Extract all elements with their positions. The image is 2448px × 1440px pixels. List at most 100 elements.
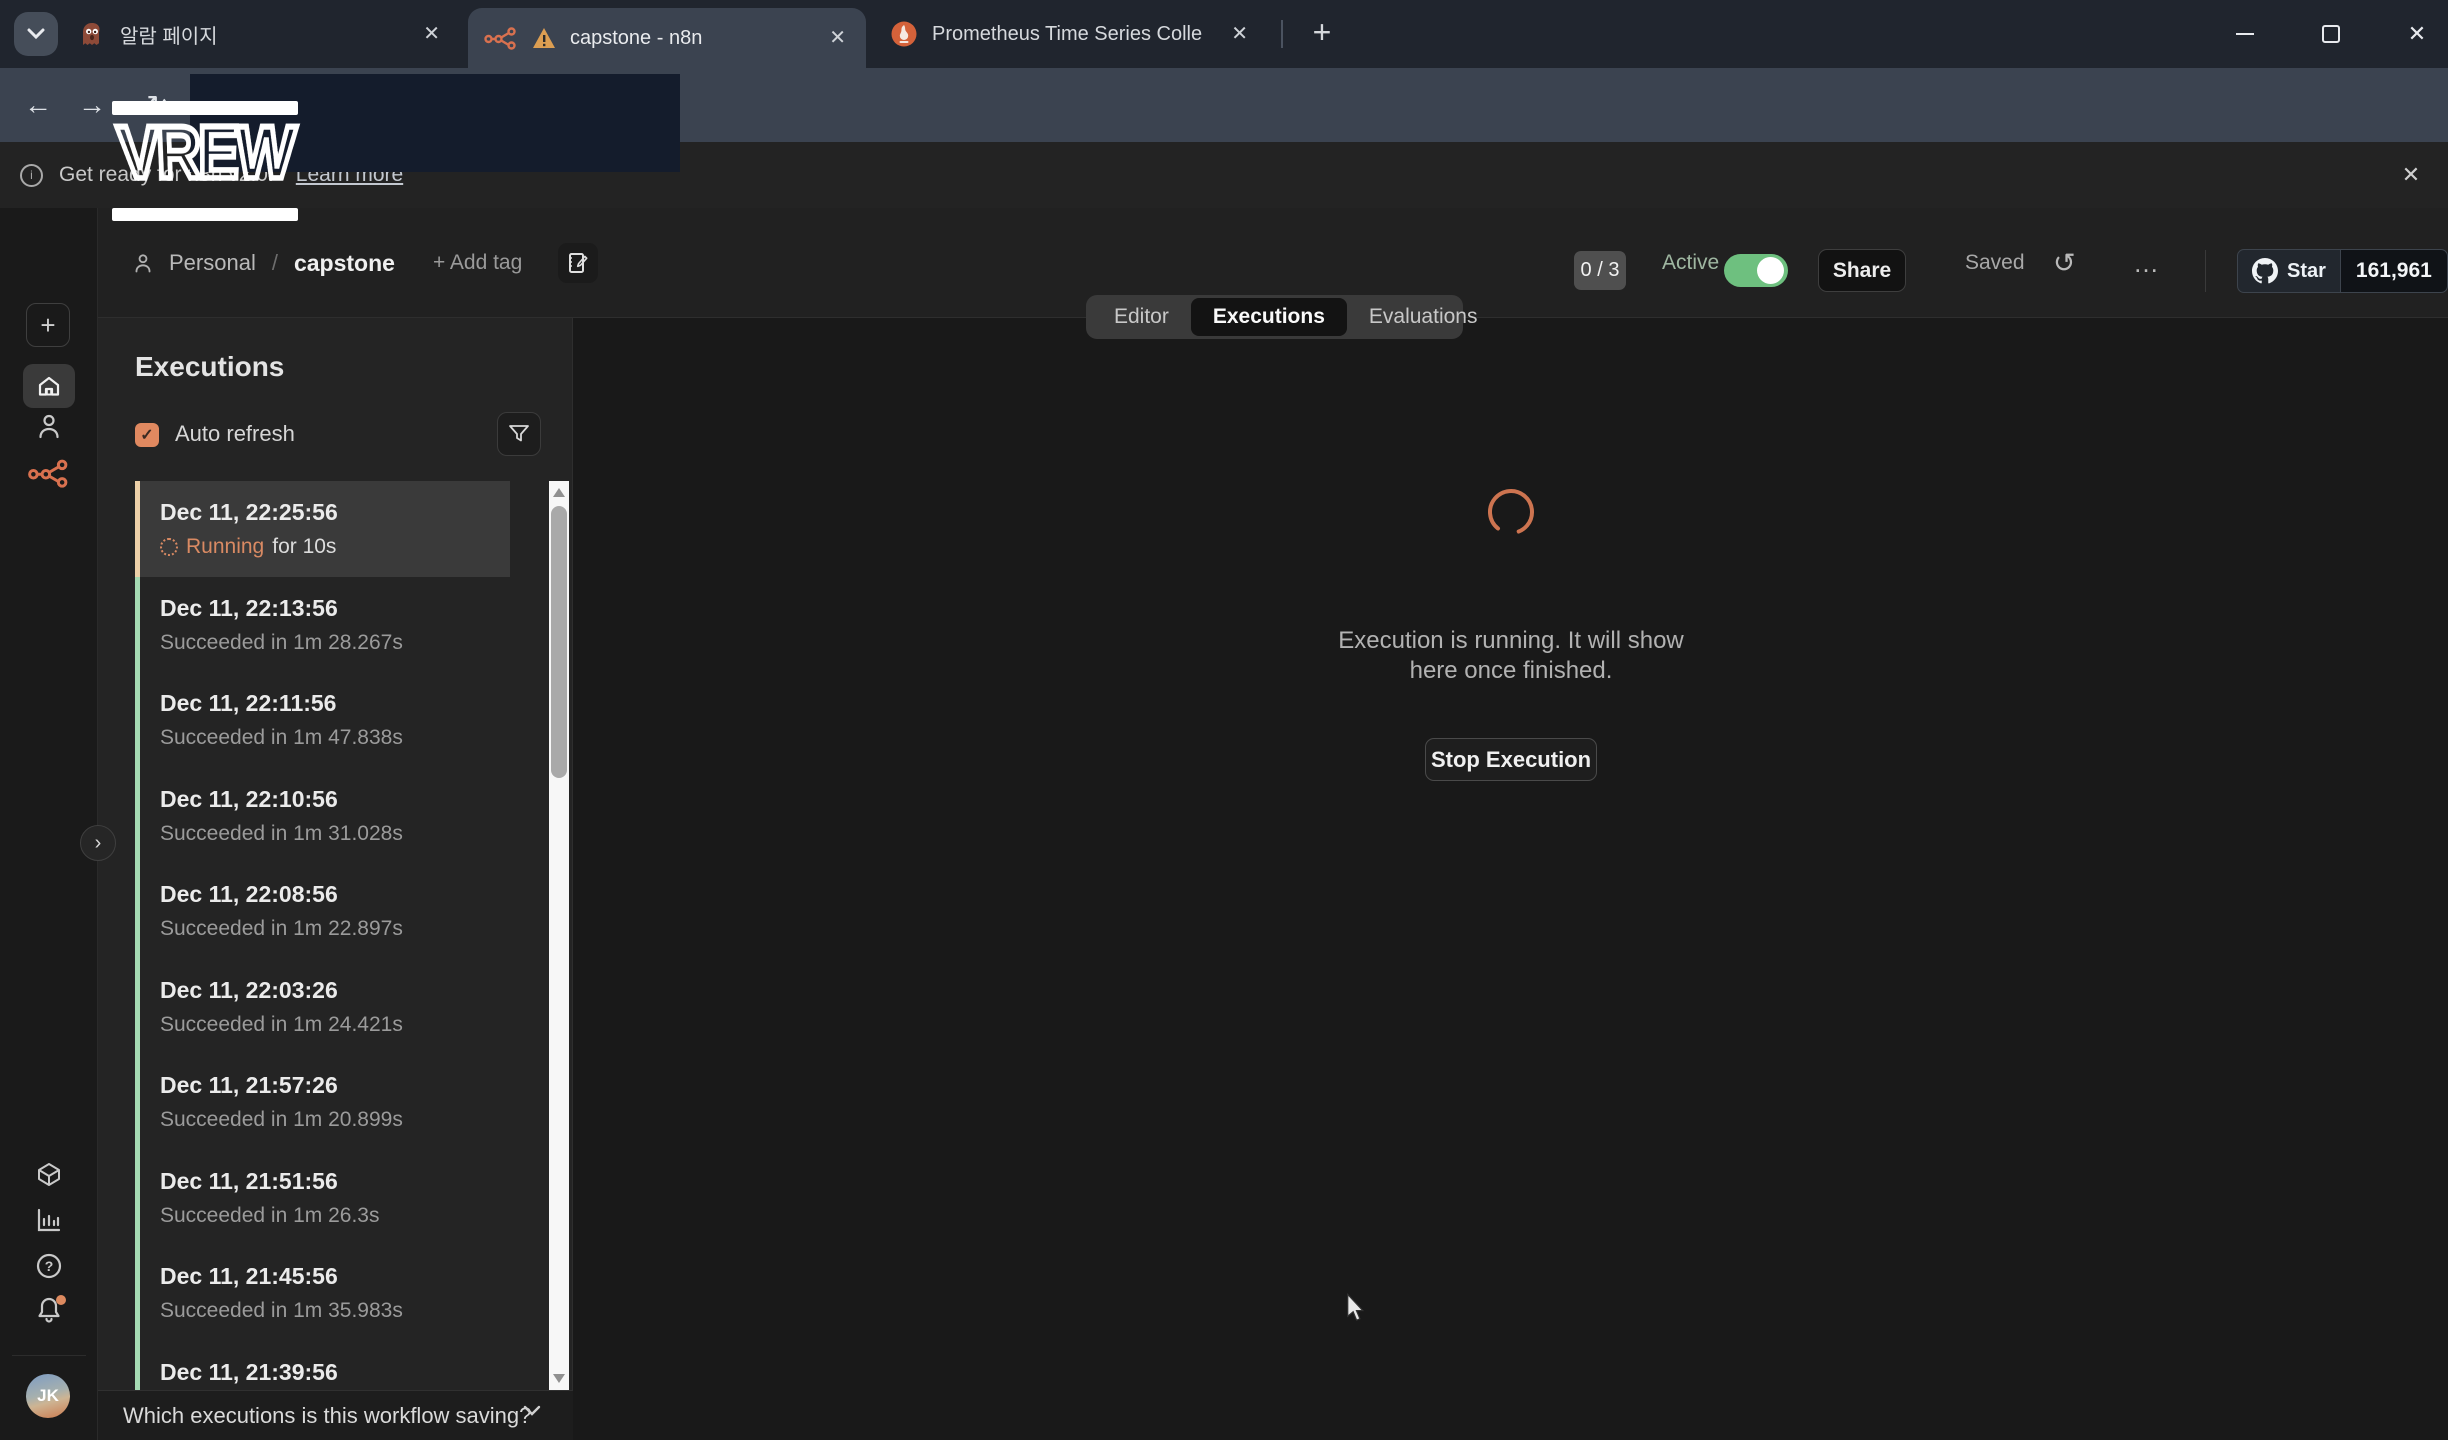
execution-date: Dec 11, 22:03:26 [160, 977, 510, 1004]
execution-list-item[interactable]: Dec 11, 21:57:26 Succeeded in 1m 20.899s [135, 1054, 510, 1150]
panel-expand-button[interactable]: › [80, 825, 116, 861]
execution-detail: Succeeded in 1m 47.838s [160, 726, 403, 750]
execution-list-item[interactable]: Dec 11, 21:39:56 [135, 1341, 510, 1391]
forward-button[interactable]: → [68, 68, 116, 142]
breadcrumb-project[interactable]: Personal [169, 250, 256, 276]
saving-question-link[interactable]: Which executions is this workflow saving… [123, 1391, 531, 1440]
add-tag-button[interactable]: + Add tag [433, 251, 522, 275]
history-icon[interactable]: ↺ [2053, 208, 2076, 318]
edit-workflow-button[interactable] [558, 243, 598, 283]
tab-search-button[interactable] [14, 12, 58, 56]
close-window-button[interactable]: ✕ [2400, 17, 2434, 51]
close-tab-icon[interactable]: ✕ [419, 20, 444, 48]
loading-spinner [1487, 488, 1535, 536]
person-icon [36, 412, 62, 440]
scroll-down-icon[interactable] [553, 1374, 565, 1383]
execution-detail: for 10s [272, 535, 336, 559]
tab-alarm-page[interactable]: 알람 페이지 ✕ [62, 0, 460, 68]
vrew-watermark: VREW [110, 114, 300, 189]
toggle-knob [1757, 257, 1784, 284]
close-tab-icon[interactable]: ✕ [825, 24, 850, 52]
tab-title: capstone - n8n [570, 27, 702, 50]
panel-footer[interactable]: Which executions is this workflow saving… [98, 1390, 573, 1440]
stop-execution-button[interactable]: Stop Execution [1425, 738, 1597, 781]
ghost-favicon [78, 20, 106, 48]
execution-list-item[interactable]: Dec 11, 22:25:56 Running for 10s [135, 481, 510, 577]
github-star-count[interactable]: 161,961 [2341, 249, 2448, 293]
tab-prometheus[interactable]: Prometheus Time Series Collec ✕ [874, 0, 1268, 68]
tab-evaluations[interactable]: Evaluations [1347, 298, 1500, 336]
banner-close-icon[interactable]: ✕ [2396, 142, 2426, 208]
execution-status: Succeeded in 1m 28.267s [160, 631, 510, 655]
auto-refresh-label[interactable]: Auto refresh [175, 421, 295, 447]
minimize-button[interactable] [2228, 17, 2262, 51]
tab-capstone-n8n[interactable]: capstone - n8n ✕ [468, 8, 866, 68]
execution-list: Dec 11, 22:25:56 Running for 10s Dec 11,… [98, 481, 549, 1390]
restore-button[interactable] [2314, 17, 2348, 51]
share-button[interactable]: Share [1818, 249, 1906, 292]
execution-list-item[interactable]: Dec 11, 22:11:56 Succeeded in 1m 47.838s [135, 672, 510, 768]
execution-detail: Succeeded in 1m 22.897s [160, 917, 403, 941]
execution-status: Succeeded in 1m 31.028s [160, 822, 510, 846]
bar-chart-icon [35, 1206, 63, 1234]
filter-button[interactable] [497, 412, 541, 456]
execution-status: Succeeded in 1m 20.899s [160, 1108, 510, 1132]
scrollbar-thumb[interactable] [551, 506, 567, 778]
browser-window: 알람 페이지 ✕ capstone - n8n ✕ [0, 0, 2448, 1440]
sidebar-item-templates[interactable] [0, 1160, 98, 1188]
panel-title: Executions [135, 351, 284, 383]
person-icon [133, 252, 153, 274]
execution-date: Dec 11, 21:57:26 [160, 1072, 510, 1099]
tab-title: 알람 페이지 [120, 20, 218, 49]
active-toggle[interactable] [1724, 254, 1788, 287]
watermark-bar-bottom [112, 208, 298, 221]
execution-counter-badge: 0 / 3 [1574, 251, 1626, 290]
execution-date: Dec 11, 22:10:56 [160, 786, 510, 813]
sidebar-item-whats-new[interactable] [0, 1295, 98, 1325]
github-star-widget[interactable]: Star 161,961 [2237, 249, 2448, 293]
n8n-favicon [484, 26, 518, 50]
sidebar-item-personal[interactable] [0, 412, 98, 440]
workflow-menu-icon[interactable]: … [2133, 208, 2161, 318]
prometheus-favicon [890, 20, 918, 48]
github-star-button[interactable]: Star [2237, 249, 2341, 293]
mouse-cursor [1343, 1293, 1369, 1323]
execution-status: Succeeded in 1m 47.838s [160, 726, 510, 750]
execution-status: Succeeded in 1m 22.897s [160, 917, 510, 941]
box-icon [35, 1160, 63, 1188]
executions-panel: Executions ✓ Auto refresh Dec 11, 22:25:… [98, 318, 573, 1440]
back-button[interactable]: ← [14, 68, 62, 142]
saved-status: Saved [1965, 208, 2025, 318]
scrollbar[interactable] [549, 481, 569, 1390]
workflow-name[interactable]: capstone [294, 250, 395, 277]
breadcrumb-separator: / [272, 250, 278, 276]
new-tab-button[interactable]: + [1300, 10, 1344, 54]
execution-list-item[interactable]: Dec 11, 22:10:56 Succeeded in 1m 31.028s [135, 768, 510, 864]
view-switcher: Editor Executions Evaluations [1086, 295, 1463, 339]
execution-list-item[interactable]: Dec 11, 21:51:56 Succeeded in 1m 26.3s [135, 1150, 510, 1246]
execution-list-item[interactable]: Dec 11, 22:03:26 Succeeded in 1m 24.421s [135, 959, 510, 1055]
chevron-down-icon [27, 28, 45, 40]
tab-editor[interactable]: Editor [1092, 298, 1191, 336]
user-avatar[interactable]: JK [26, 1374, 70, 1418]
execution-preview: Execution is running. It will show here … [574, 318, 2448, 1440]
execution-detail: Succeeded in 1m 20.899s [160, 1108, 403, 1132]
execution-date: Dec 11, 22:13:56 [160, 595, 510, 622]
execution-list-item[interactable]: Dec 11, 22:08:56 Succeeded in 1m 22.897s [135, 863, 510, 959]
sidebar-divider [12, 1355, 86, 1356]
execution-status: Running for 10s [160, 535, 510, 559]
sidebar-item-insights[interactable] [0, 1206, 98, 1234]
close-tab-icon[interactable]: ✕ [1227, 20, 1252, 48]
execution-list-item[interactable]: Dec 11, 22:13:56 Succeeded in 1m 28.267s [135, 577, 510, 673]
chevron-down-icon [523, 1405, 541, 1417]
n8n-logo-icon [0, 458, 98, 488]
auto-refresh-checkbox[interactable]: ✓ [135, 423, 159, 447]
execution-detail: Succeeded in 1m 28.267s [160, 631, 403, 655]
add-workflow-button[interactable]: + [26, 303, 70, 347]
sidebar-item-help[interactable]: ? [0, 1252, 98, 1280]
execution-detail: Succeeded in 1m 24.421s [160, 1013, 403, 1037]
sidebar-item-home[interactable] [23, 364, 75, 408]
scroll-up-icon[interactable] [553, 488, 565, 497]
tab-executions[interactable]: Executions [1191, 298, 1347, 336]
execution-list-item[interactable]: Dec 11, 21:45:56 Succeeded in 1m 35.983s [135, 1245, 510, 1341]
